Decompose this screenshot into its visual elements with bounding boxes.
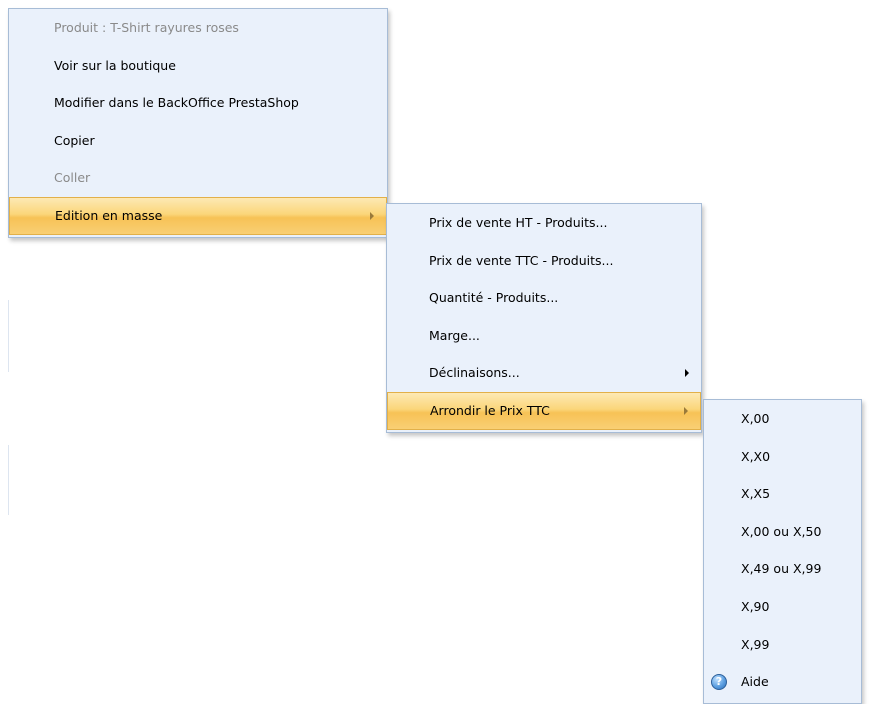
menu-item-round-xx0[interactable]: X,X0 xyxy=(704,438,861,476)
menu-item-label: Produit : T-Shirt rayures roses xyxy=(54,20,239,35)
menu-item-round-x90[interactable]: X,90 xyxy=(704,588,861,626)
menu-item-label: Voir sur la boutique xyxy=(54,57,176,73)
menu-item-help[interactable]: ? Aide xyxy=(704,663,861,701)
help-icon: ? xyxy=(711,673,727,690)
submenu-arrow-icon xyxy=(684,406,688,415)
menu-item-label: X,49 ou X,99 xyxy=(741,561,822,577)
menu-item-label: X,X0 xyxy=(741,448,771,464)
bulk-edit-submenu: Prix de vente HT - Produits... Prix de v… xyxy=(386,203,702,433)
menu-item-round-x00-or-x50[interactable]: X,00 ou X,50 xyxy=(704,513,861,551)
menu-item-bulk-edit[interactable]: Edition en masse xyxy=(9,196,387,235)
menu-item-round-price[interactable]: Arrondir le Prix TTC xyxy=(387,391,701,430)
menu-item-label: X,00 ou X,50 xyxy=(741,523,822,539)
menu-item-view-in-shop[interactable]: Voir sur la boutique xyxy=(9,47,387,85)
menu-item-label: X,90 xyxy=(741,598,770,614)
menu-item-label: Arrondir le Prix TTC xyxy=(430,402,550,418)
menu-item-label: X,X5 xyxy=(741,486,771,502)
submenu-arrow-icon xyxy=(685,369,689,378)
menu-item-product-header: Produit : T-Shirt rayures roses xyxy=(9,9,387,47)
menu-item-round-xx5[interactable]: X,X5 xyxy=(704,475,861,513)
menu-item-copy[interactable]: Copier xyxy=(9,122,387,160)
menu-item-label: Aide xyxy=(741,674,769,690)
menu-item-label: Modifier dans le BackOffice PrestaShop xyxy=(54,95,299,111)
menu-item-label: Déclinaisons... xyxy=(429,365,520,381)
menu-item-label: Copier xyxy=(54,132,95,148)
menu-item-margin[interactable]: Marge... xyxy=(387,317,701,355)
round-price-submenu: X,00 X,X0 X,X5 X,00 ou X,50 X,49 ou X,99… xyxy=(703,399,862,704)
menu-item-label: Quantité - Produits... xyxy=(429,290,559,306)
background-divider xyxy=(8,300,9,372)
menu-item-edit-in-backoffice[interactable]: Modifier dans le BackOffice PrestaShop xyxy=(9,84,387,122)
menu-item-label: X,00 xyxy=(741,411,770,426)
menu-item-quantity[interactable]: Quantité - Produits... xyxy=(387,279,701,317)
menu-item-round-x00[interactable]: X,00 xyxy=(704,400,861,438)
menu-item-label: Edition en masse xyxy=(55,207,163,223)
menu-item-round-x99[interactable]: X,99 xyxy=(704,626,861,664)
menu-item-variants[interactable]: Déclinaisons... xyxy=(387,354,701,392)
menu-item-label: X,99 xyxy=(741,636,770,652)
menu-item-label: Coller xyxy=(54,170,91,186)
background-divider xyxy=(8,445,9,515)
menu-item-price-incl-tax[interactable]: Prix de vente TTC - Produits... xyxy=(387,242,701,280)
submenu-arrow-icon xyxy=(370,211,374,220)
menu-item-round-x49-or-x99[interactable]: X,49 ou X,99 xyxy=(704,550,861,588)
menu-item-label: Marge... xyxy=(429,327,480,343)
menu-item-price-excl-tax[interactable]: Prix de vente HT - Produits... xyxy=(387,204,701,242)
context-menu: Produit : T-Shirt rayures roses Voir sur… xyxy=(8,8,388,238)
menu-item-paste: Coller xyxy=(9,159,387,197)
menu-item-label: Prix de vente HT - Produits... xyxy=(429,215,608,230)
menu-item-label: Prix de vente TTC - Produits... xyxy=(429,252,614,268)
